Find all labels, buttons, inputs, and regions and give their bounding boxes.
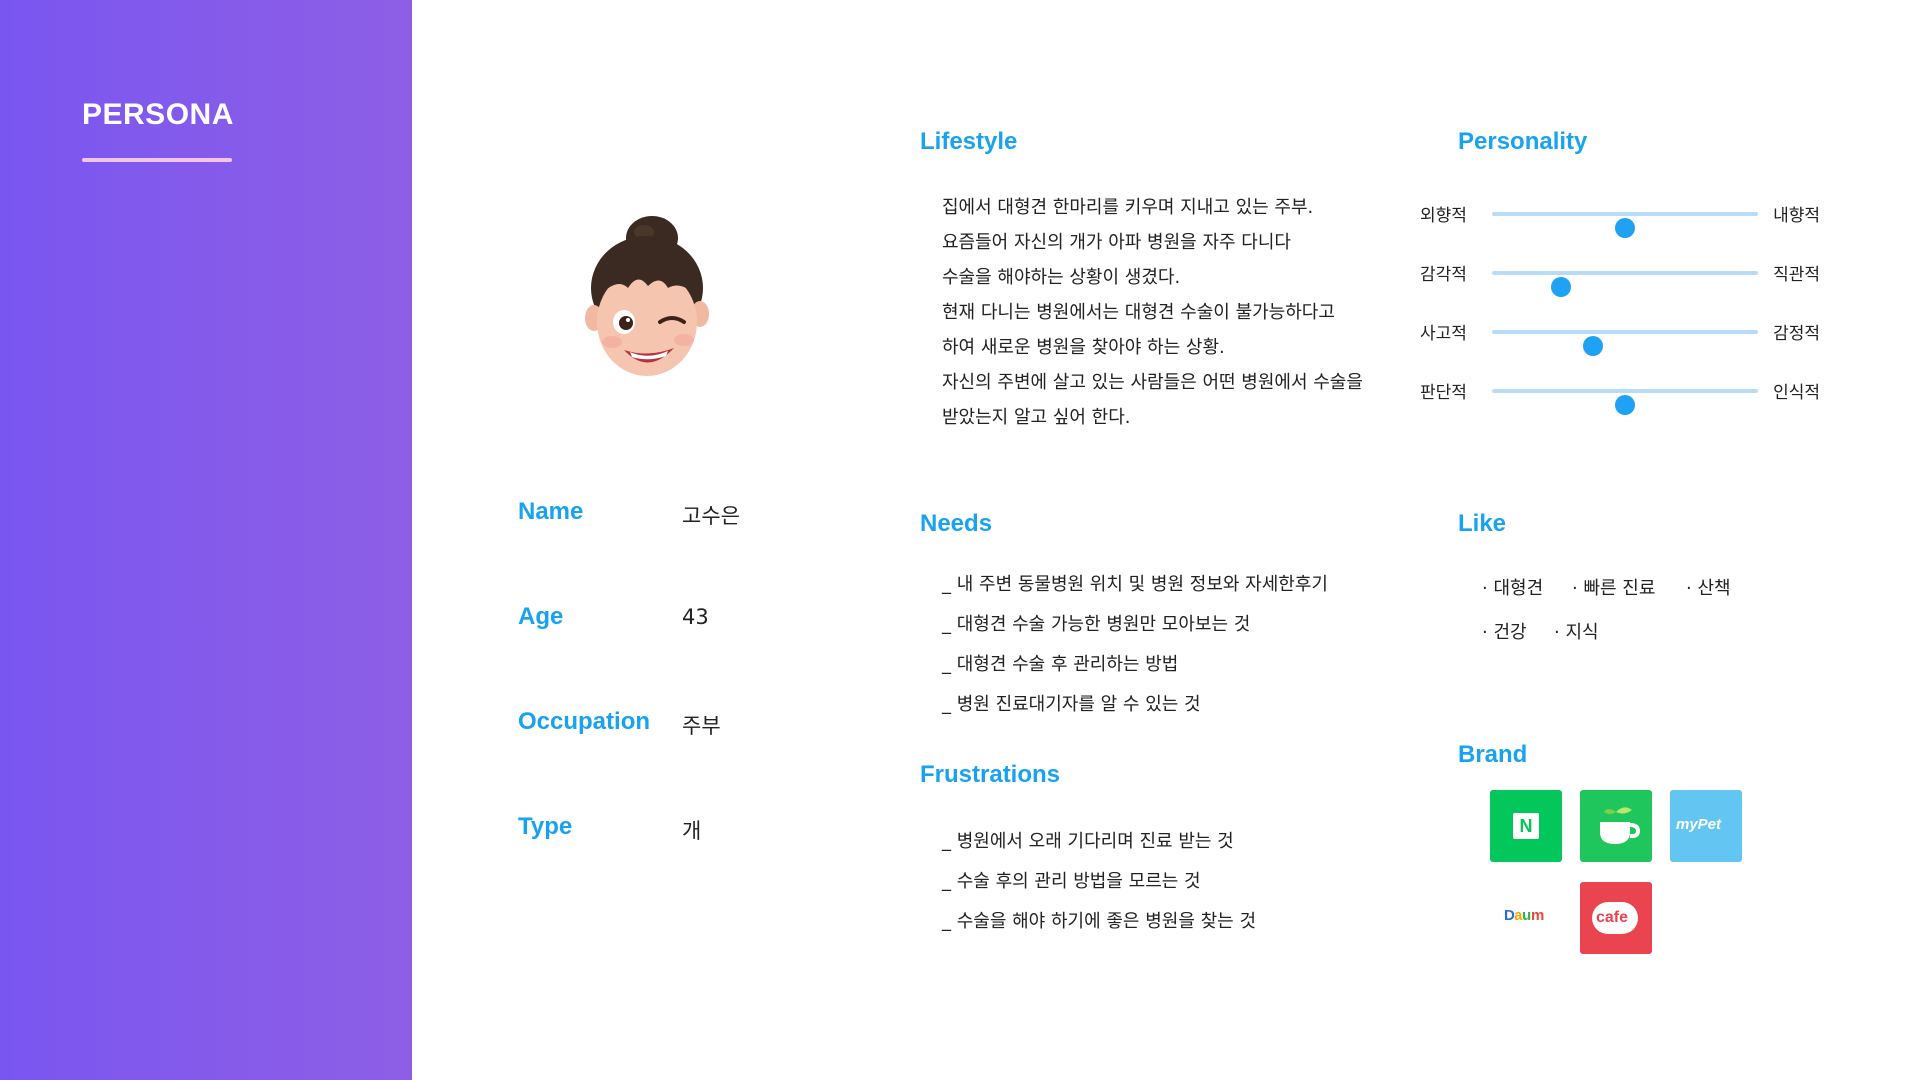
naver-logo[interactable]: N: [1490, 790, 1562, 862]
list-item: _ 대형견 수술 가능한 병원만 모아보는 것: [942, 614, 1251, 635]
slider-thumb[interactable]: [1615, 218, 1635, 238]
slider-track: [1492, 330, 1758, 356]
list-item: _ 내 주변 동물병원 위치 및 병원 정보와 자세한후기: [942, 574, 1328, 595]
personality-slider: 감각적 직관적: [1420, 257, 1820, 297]
slider-right-label: 직관적: [1773, 265, 1820, 285]
name-label: Name: [518, 498, 584, 525]
daum-logo[interactable]: D a u m: [1490, 882, 1562, 954]
age-value: 43: [682, 605, 709, 629]
frustrations-list: _ 병원에서 오래 기다리며 진료 받는 것 _ 수술 후의 관리 방법을 모르…: [942, 822, 1256, 942]
cafe-logo[interactable]: cafe: [1580, 882, 1652, 954]
like-item: · 대형견: [1482, 578, 1544, 599]
lifestyle-title: Lifestyle: [920, 128, 1018, 155]
brand-title: Brand: [1458, 741, 1528, 768]
lifestyle-line: 자신의 주변에 살고 있는 사람들은 어떤 병원에서 수술을: [942, 372, 1363, 393]
slider-thumb[interactable]: [1583, 336, 1604, 356]
lifestyle-text: 집에서 대형견 한마리를 키우며 지내고 있는 주부. 요즘들어 자신의 개가 …: [942, 190, 1382, 435]
naver-n-icon: N: [1513, 813, 1539, 839]
like-item: · 빠른 진료: [1572, 578, 1656, 599]
list-item: _ 병원 진료대기자를 알 수 있는 것: [942, 694, 1201, 715]
slider-thumb[interactable]: [1551, 277, 1572, 297]
slider-left-label: 사고적: [1420, 324, 1467, 344]
personality-slider: 판단적 인식적: [1420, 375, 1820, 415]
occupation-value: 주부: [682, 714, 721, 738]
svg-text:u: u: [1522, 907, 1531, 924]
like-item: · 산책: [1686, 578, 1731, 599]
coffee-cup-logo[interactable]: [1580, 790, 1652, 862]
sidebar: PERSONA: [0, 0, 412, 1080]
like-title: Like: [1458, 510, 1507, 537]
needs-list: _ 내 주변 동물병원 위치 및 병원 정보와 자세한후기 _ 대형견 수술 가…: [942, 565, 1328, 725]
type-value: 개: [682, 819, 702, 843]
daum-logo-icon: D a u m: [1504, 907, 1544, 924]
slider-left-label: 판단적: [1420, 383, 1467, 403]
title-underline: [82, 158, 232, 162]
persona-avatar: [585, 216, 709, 376]
slider-left-label: 감각적: [1420, 265, 1467, 285]
personality-slider: 외향적 내향적: [1420, 198, 1820, 238]
lifestyle-line: 받았는지 알고 싶어 한다.: [942, 407, 1131, 428]
slider-right-label: 감정적: [1773, 324, 1820, 344]
slider-left-label: 외향적: [1420, 206, 1467, 226]
frustrations-title: Frustrations: [920, 761, 1061, 788]
mypet-text: myPet: [1676, 816, 1722, 833]
mypet-logo[interactable]: myPet: [1670, 790, 1742, 862]
needs-title: Needs: [920, 510, 993, 537]
like-item: · 건강: [1482, 622, 1527, 643]
name-value: 고수은: [682, 504, 740, 528]
list-item: _ 수술을 해야 하기에 좋은 병원을 찾는 것: [942, 911, 1257, 932]
slider-track: [1492, 271, 1758, 297]
slider-thumb[interactable]: [1615, 395, 1635, 415]
personality-title: Personality: [1458, 128, 1588, 155]
slider-right-label: 인식적: [1773, 383, 1820, 403]
type-label: Type: [518, 813, 573, 840]
personality-slider: 사고적 감정적: [1420, 316, 1820, 356]
slider-track: [1492, 212, 1758, 238]
list-item: _ 대형견 수술 후 관리하는 방법: [942, 654, 1179, 675]
cafe-text: cafe: [1596, 909, 1629, 926]
slider-right-label: 내향적: [1773, 206, 1820, 226]
lifestyle-line: 수술을 해야하는 상황이 생겼다.: [942, 267, 1181, 288]
lifestyle-line: 집에서 대형견 한마리를 키우며 지내고 있는 주부.: [942, 197, 1314, 218]
like-item: · 지식: [1554, 622, 1599, 643]
coffee-cup-icon: [1600, 807, 1641, 844]
occupation-label: Occupation: [518, 708, 651, 735]
list-item: _ 병원에서 오래 기다리며 진료 받는 것: [942, 831, 1234, 852]
lifestyle-line: 현재 다니는 병원에서는 대형견 수술이 불가능하다고: [942, 302, 1335, 323]
svg-text:m: m: [1531, 907, 1544, 924]
page-title: PERSONA: [82, 98, 234, 131]
age-label: Age: [518, 603, 564, 630]
list-item: _ 수술 후의 관리 방법을 모르는 것: [942, 871, 1201, 892]
lifestyle-line: 요즘들어 자신의 개가 아파 병원을 자주 다니다: [942, 232, 1291, 253]
lifestyle-line: 하여 새로운 병원을 찾아야 하는 상황.: [942, 337, 1225, 358]
slider-track: [1492, 389, 1758, 415]
